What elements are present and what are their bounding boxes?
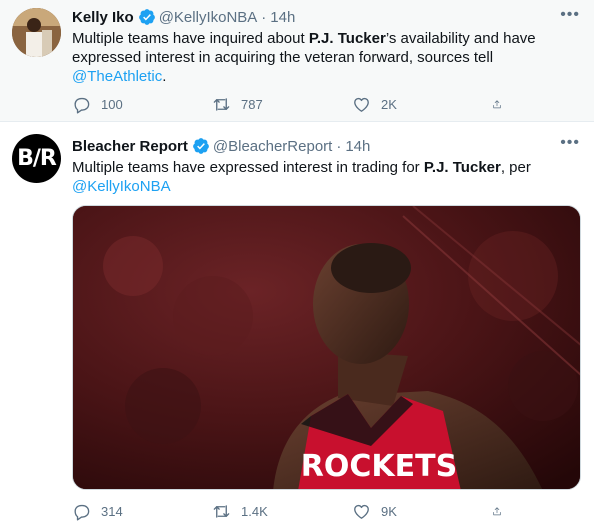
heart-icon bbox=[354, 504, 369, 519]
avatar-bleacher-report[interactable]: B/R bbox=[12, 134, 61, 183]
reply-icon bbox=[74, 97, 90, 113]
tweet-media-photo[interactable]: ROCKETS bbox=[72, 205, 581, 490]
share-icon bbox=[493, 506, 501, 515]
share-button[interactable] bbox=[492, 502, 512, 521]
heart-icon bbox=[354, 97, 369, 112]
mention-link[interactable]: @KellyIkoNBA bbox=[72, 178, 171, 195]
display-name[interactable]: Bleacher Report bbox=[72, 138, 188, 155]
timestamp[interactable]: 14h bbox=[345, 138, 370, 155]
more-options-icon[interactable]: ••• bbox=[560, 6, 580, 24]
verified-badge-icon bbox=[193, 138, 209, 154]
retweet-count: 1.4K bbox=[241, 503, 268, 519]
retweet-button[interactable]: 1.4K bbox=[212, 502, 322, 521]
like-count: 2K bbox=[381, 96, 397, 112]
player-photo: ROCKETS bbox=[73, 206, 580, 489]
reply-count: 100 bbox=[101, 96, 123, 112]
separator-dot: · bbox=[336, 137, 342, 155]
reply-button[interactable]: 314 bbox=[72, 502, 182, 521]
tweet-bleacher-report[interactable]: B/R Bleacher Report @BleacherReport · 14… bbox=[0, 122, 594, 528]
handle[interactable]: @BleacherReport bbox=[213, 138, 332, 155]
retweet-icon bbox=[213, 97, 230, 111]
jersey-text: ROCKETS bbox=[301, 449, 457, 484]
bold-mention: P.J. Tucker bbox=[423, 159, 501, 176]
like-button[interactable]: 2K bbox=[352, 95, 462, 114]
tweet-text: Multiple teams have inquired about P.J. … bbox=[72, 30, 536, 85]
like-button[interactable]: 9K bbox=[352, 502, 462, 521]
reply-icon bbox=[74, 504, 90, 520]
mention-link[interactable]: @TheAthletic bbox=[72, 68, 162, 85]
tweet-kelly-iko[interactable]: Kelly Iko @KellyIkoNBA · 14h Multiple te… bbox=[0, 0, 594, 122]
reply-count: 314 bbox=[101, 503, 123, 519]
like-count: 9K bbox=[381, 503, 397, 519]
display-name[interactable]: Kelly Iko bbox=[72, 9, 134, 26]
tweet-actions: 314 1.4K 9K bbox=[72, 501, 512, 521]
bleacher-report-logo: B/R bbox=[17, 146, 57, 171]
share-icon bbox=[493, 99, 501, 108]
bold-mention: P.J. Tucker bbox=[308, 30, 386, 47]
avatar-photo bbox=[12, 8, 61, 57]
avatar-kelly-iko[interactable] bbox=[12, 8, 61, 57]
reply-button[interactable]: 100 bbox=[72, 95, 182, 114]
tweet-text: Multiple teams have expressed interest i… bbox=[72, 159, 531, 195]
retweet-icon bbox=[213, 504, 230, 518]
more-options-icon[interactable]: ••• bbox=[560, 134, 580, 152]
timestamp[interactable]: 14h bbox=[270, 9, 295, 26]
retweet-button[interactable]: 787 bbox=[212, 95, 322, 114]
verified-badge-icon bbox=[138, 9, 155, 25]
retweet-count: 787 bbox=[241, 96, 263, 112]
handle[interactable]: @KellyIkoNBA bbox=[159, 9, 258, 26]
separator-dot: · bbox=[261, 8, 267, 26]
share-button[interactable] bbox=[492, 95, 512, 114]
tweet-actions: 100 787 2K bbox=[72, 94, 512, 114]
